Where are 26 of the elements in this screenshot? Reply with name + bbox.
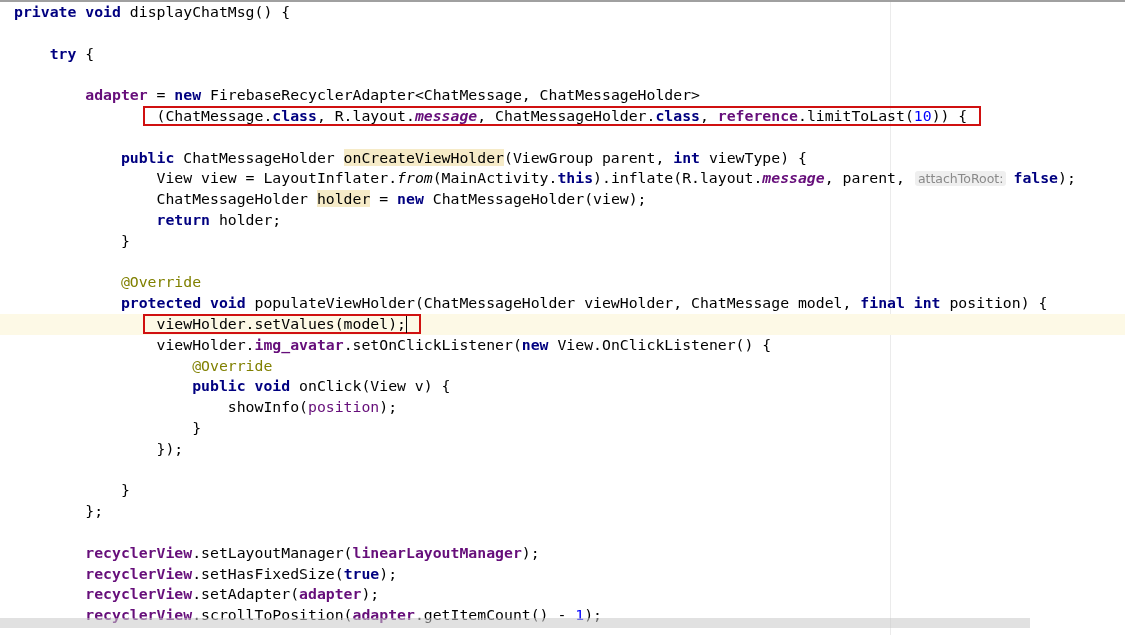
- code-line: recyclerView.setAdapter(adapter);: [85, 584, 380, 605]
- code-line: try {: [49, 43, 95, 64]
- code-line: viewHolder.img_avatar.setOnClickListener(new View.OnClickListener() {: [156, 334, 772, 356]
- code-line: });: [156, 438, 184, 459]
- code-line: viewHolder.setValues(model);: [156, 313, 406, 334]
- code-editor[interactable]: [0, 0, 1125, 635]
- code-line: ChatMessageHolder holder = new ChatMessageHolder(view);: [156, 189, 647, 210]
- code-line: private void displayChatMsg() {: [14, 2, 291, 22]
- text-cursor: [405, 315, 408, 333]
- code-line: return holder;: [156, 209, 282, 230]
- code-line: showInfo(position);: [227, 397, 398, 418]
- code-line: };: [85, 501, 104, 522]
- code-line: (ChatMessage.class, R.layout.message, ChatMessageHolder.class, reference.limitToLast(10)) {: [156, 106, 968, 126]
- code-line: }: [120, 230, 130, 251]
- code-line: @Override: [120, 272, 202, 293]
- code-line: recyclerView.scrollToPosition(adapter.getItemCount() - 1);: [85, 605, 602, 626]
- code-line: @Override: [192, 355, 273, 376]
- code-line: recyclerView.setLayoutManager(linearLayoutManager);: [85, 542, 540, 563]
- code-line: public void onClick(View v) {: [192, 376, 451, 397]
- code-line: adapter = new FirebaseRecyclerAdapter<ChatMessage, ChatMessageHolder>: [85, 85, 700, 106]
- code-line: }: [120, 480, 130, 501]
- code-line: public ChatMessageHolder onCreateViewHolder(ViewGroup parent, int viewType) {: [120, 147, 807, 168]
- code-line: View view = LayoutInflater.from(MainActivity.this).inflate(R.layout.message, parent, attachToRoot: false);: [156, 167, 1076, 188]
- code-line: protected void populateViewHolder(ChatMessageHolder viewHolder, ChatMessage model, final int position) {: [120, 293, 1048, 314]
- code-line: recyclerView.setHasFixedSize(true);: [85, 563, 398, 584]
- code-line: }: [192, 417, 202, 438]
